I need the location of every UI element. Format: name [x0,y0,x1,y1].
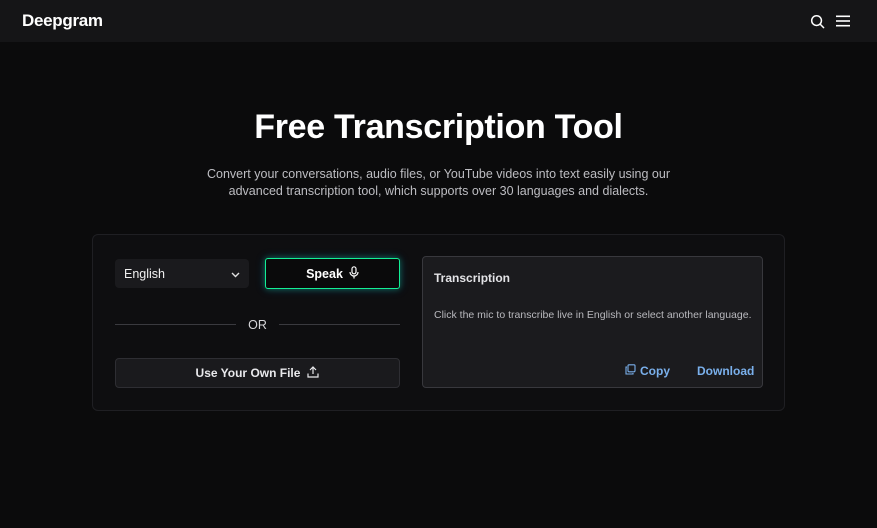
chevron-down-icon [231,267,240,281]
microphone-icon [349,265,359,282]
divider-line-right [278,324,400,325]
topbar-actions [809,13,851,29]
upload-icon [307,365,320,381]
transcription-output-box: Transcription Click the mic to transcrib… [422,256,763,388]
divider-line-left [115,324,237,325]
or-divider: OR [115,316,400,333]
logo-text: Deepgram [22,11,103,30]
transcription-title: Transcription [434,271,511,285]
language-select[interactable]: English [115,259,249,288]
speak-button-label: Speak [306,266,343,281]
copy-icon [625,364,636,378]
subtitle-line-2: advanced transcription tool, which suppo… [228,184,649,198]
transcription-hint: Click the mic to transcribe live in Engl… [434,309,752,321]
or-label: OR [248,317,267,332]
copy-button[interactable]: Copy [625,364,670,378]
menu-icon[interactable] [835,13,851,29]
search-icon[interactable] [809,13,825,29]
page-subtitle: Convert your conversations, audio files,… [0,166,877,200]
file-button-label: Use Your Own File [195,366,301,380]
deepgram-logo[interactable]: Deepgram [22,11,103,31]
page-title: Free Transcription Tool [254,108,623,146]
speak-button[interactable]: Speak [265,258,400,289]
use-own-file-button[interactable]: Use Your Own File [115,358,400,388]
download-button[interactable]: Download [697,364,754,378]
copy-label: Copy [640,364,670,378]
top-navigation-bar: Deepgram [0,0,877,42]
language-selected-value: English [124,266,165,281]
subtitle-line-1: Convert your conversations, audio files,… [207,167,670,181]
